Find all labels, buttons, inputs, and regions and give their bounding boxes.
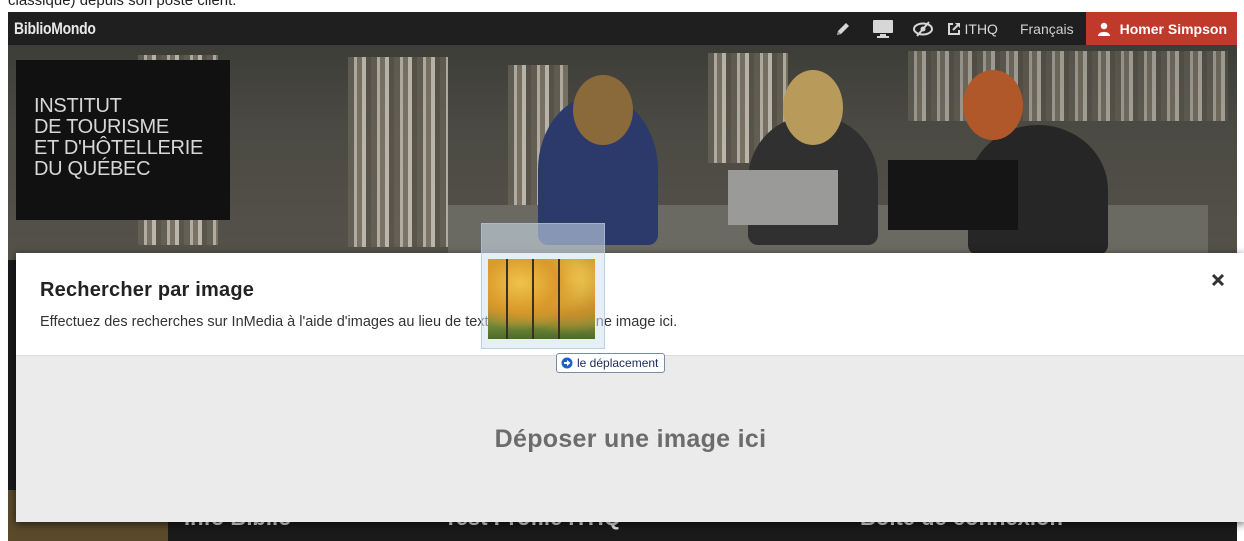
external-link-icon: [947, 22, 960, 35]
eye-slash-icon[interactable]: [907, 12, 939, 45]
drop-zone-label: Déposer une image ici: [494, 424, 767, 453]
logo-line: INSTITUT: [34, 95, 122, 117]
institution-logo: INSTITUT DE TOURISME ET D'HÔTELLERIE DU …: [16, 60, 230, 220]
student-head: [963, 70, 1023, 140]
student-head: [783, 70, 843, 145]
laptop-image: [728, 170, 838, 225]
arrow-right-icon: [561, 357, 573, 369]
monitor-icon[interactable]: [867, 12, 899, 45]
drag-tooltip-label: le déplacement: [577, 356, 659, 370]
modal-title: Rechercher par image: [40, 279, 255, 301]
student-head: [573, 75, 633, 145]
dragged-image-preview: [481, 223, 605, 349]
logo-line: DU QUÉBEC: [34, 158, 151, 180]
user-icon: [1097, 22, 1110, 36]
user-menu-button[interactable]: Homer Simpson: [1085, 12, 1237, 45]
logo-line: DE TOURISME: [34, 116, 169, 138]
autumn-forest-thumbnail: [488, 259, 595, 339]
user-name: Homer Simpson: [1119, 20, 1227, 37]
logo-line: ET D'HÔTELLERIE: [34, 137, 203, 159]
bookshelf-image: [908, 51, 1228, 121]
pencil-icon[interactable]: [827, 12, 859, 45]
language-switch[interactable]: Français: [1020, 21, 1074, 37]
ithq-link[interactable]: ITHQ: [947, 21, 998, 37]
page-caption: classique) depuis son poste client.: [8, 0, 237, 9]
close-icon[interactable]: [1207, 269, 1229, 291]
modal-header: Rechercher par image Effectuez des reche…: [16, 253, 1244, 356]
drag-move-tooltip: le déplacement: [556, 353, 666, 373]
image-drop-zone[interactable]: Déposer une image ici: [16, 356, 1244, 522]
brand-logo[interactable]: BiblioMondo: [14, 19, 96, 39]
laptop-image: [888, 160, 1018, 230]
hero-banner: INSTITUT DE TOURISME ET D'HÔTELLERIE DU …: [8, 45, 1237, 260]
ithq-link-label: ITHQ: [964, 20, 998, 37]
navbar-actions: ITHQ Français Homer Simpson: [827, 12, 1237, 45]
search-by-image-modal: Rechercher par image Effectuez des reche…: [16, 253, 1244, 522]
top-navbar: BiblioMondo ITHQ Français Homer Simpson: [8, 12, 1237, 45]
bookshelf-image: [348, 57, 448, 247]
